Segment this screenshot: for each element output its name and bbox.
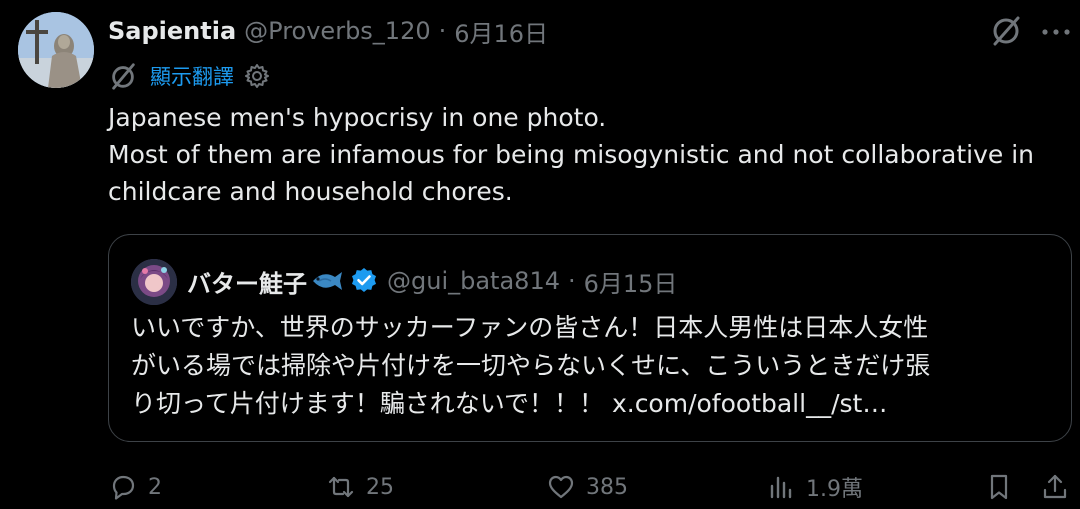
quote-text-line: がいる場では掃除や片付けを一切やらないくせに、こういうときだけ張 <box>131 351 931 380</box>
reply-icon <box>112 475 135 500</box>
quote-text: いいですか、世界のサッカーファンの皆さん！日本人男性は日本人女性 がいる場では掃… <box>131 309 1051 423</box>
translate-row: 顯示翻譯 <box>108 60 270 92</box>
quote-text-line: いいですか、世界のサッカーファンの皆さん！日本人男性は日本人女性 <box>131 313 929 342</box>
repost-button[interactable]: 25 <box>326 468 394 506</box>
quote-author-handle[interactable]: @gui_bata814 <box>387 267 560 295</box>
bookmark-button[interactable] <box>984 468 1014 506</box>
quote-author-avatar[interactable] <box>131 259 177 305</box>
quote-author-name[interactable]: バター鮭子 <box>187 264 307 299</box>
more-icon[interactable] <box>1040 24 1072 40</box>
author-name[interactable]: Sapientia <box>108 17 236 45</box>
like-button[interactable]: 385 <box>546 468 628 506</box>
author-avatar[interactable] <box>18 12 94 88</box>
action-bar: 2 25 385 1.9萬 <box>108 468 1072 506</box>
quote-header: バター鮭子 @gui_bata814 · 6月15日 <box>187 263 677 299</box>
author-handle[interactable]: @Proverbs_120 <box>244 17 430 45</box>
anime-avatar-image <box>131 259 177 305</box>
share-button[interactable] <box>1040 468 1070 506</box>
verified-badge-icon <box>352 268 376 292</box>
post-text-line: Most of them are infamous for being miso… <box>108 140 1035 169</box>
post-text: Japanese men's hypocrisy in one photo. M… <box>108 99 1068 210</box>
show-translation-link[interactable]: 顯示翻譯 <box>150 61 234 91</box>
quote-header-separator: · <box>567 267 576 295</box>
views-button[interactable]: 1.9萬 <box>766 468 863 506</box>
post-date[interactable]: 6月16日 <box>454 14 548 49</box>
bookmark-icon <box>990 474 1008 500</box>
post-text-line: childcare and household chores. <box>108 177 513 206</box>
like-count: 385 <box>586 474 628 500</box>
quote-text-line: り切って片付けます！騙されないで！！！ x.com/ofootball__/st… <box>131 389 888 418</box>
header-separator: · <box>438 17 447 45</box>
repost-count: 25 <box>366 474 394 500</box>
grok-icon[interactable] <box>990 15 1022 47</box>
grok-icon <box>112 63 135 90</box>
statue-avatar-image <box>18 12 94 88</box>
reply-count: 2 <box>148 474 162 500</box>
post-text-line: Japanese men's hypocrisy in one photo. <box>108 103 607 132</box>
fish-emoji-icon <box>313 272 342 290</box>
share-icon <box>1043 474 1067 499</box>
gear-icon[interactable] <box>244 63 270 89</box>
like-icon <box>548 475 574 499</box>
views-count: 1.9萬 <box>806 477 863 502</box>
post: Sapientia @Proverbs_120 · 6月16日 顯示翻譯 Jap… <box>0 0 1080 509</box>
post-header: Sapientia @Proverbs_120 · 6月16日 <box>108 14 548 48</box>
repost-icon <box>328 476 354 498</box>
views-icon <box>770 476 792 499</box>
quote-date[interactable]: 6月15日 <box>584 264 678 299</box>
quoted-post[interactable]: バター鮭子 @gui_bata814 · 6月15日 いいですか、世界のサッカー… <box>108 234 1072 442</box>
reply-button[interactable]: 2 <box>108 468 162 506</box>
